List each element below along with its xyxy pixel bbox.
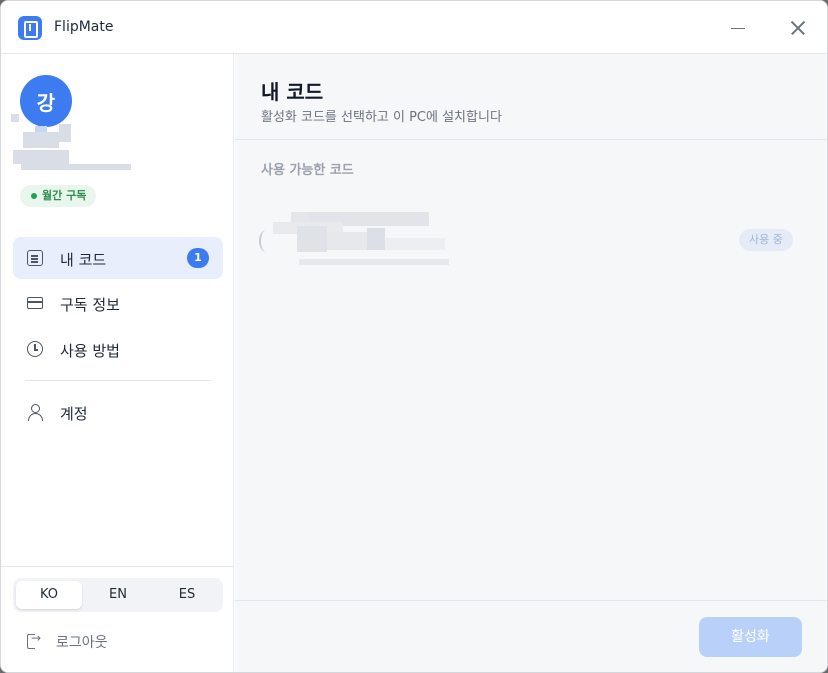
app-window: FlipMate 강 월간 구독 내 코드 1 구독 정보 사용 방법 계정 K… <box>0 0 828 673</box>
sidebar-divider <box>25 380 211 381</box>
code-list-item[interactable]: 사용 중 <box>253 204 813 274</box>
credit-card-icon <box>27 297 43 309</box>
activate-button[interactable]: 활성화 <box>699 617 802 657</box>
sidebar-item-my-code[interactable]: 내 코드 1 <box>13 237 223 279</box>
sidebar: 강 월간 구독 내 코드 1 구독 정보 사용 방법 계정 KO EN ES →… <box>1 54 234 672</box>
footer-divider <box>235 600 827 601</box>
app-logo-icon <box>18 16 42 40</box>
logout-button[interactable]: 로그아웃 <box>25 630 155 654</box>
redacted-code-meta <box>299 254 449 268</box>
sidebar-item-how-to-use[interactable]: 사용 방법 <box>13 328 223 370</box>
logout-icon <box>27 631 41 649</box>
document-icon <box>27 250 43 266</box>
sidebar-item-label: 내 코드 <box>60 251 107 269</box>
main-header: 내 코드 활성화 코드를 선택하고 이 PC에 설치합니다 <box>235 54 827 140</box>
loading-spinner-icon <box>259 230 273 252</box>
sidebar-item-label: 계정 <box>60 405 88 423</box>
sidebar-item-account[interactable]: 계정 <box>13 391 223 433</box>
sidebar-item-subscription[interactable]: 구독 정보 <box>13 282 223 324</box>
sidebar-bottom-divider <box>1 566 233 567</box>
page-subtitle: 활성화 코드를 선택하고 이 PC에 설치합니다 <box>261 110 502 125</box>
minimize-button[interactable] <box>725 15 751 41</box>
sidebar-item-label: 사용 방법 <box>60 342 120 360</box>
user-icon <box>27 404 43 421</box>
main-content: 내 코드 활성화 코드를 선택하고 이 PC에 설치합니다 사용 가능한 코드 … <box>235 54 827 672</box>
section-label: 사용 가능한 코드 <box>261 163 354 178</box>
sidebar-item-label: 구독 정보 <box>60 296 120 314</box>
code-count-badge: 1 <box>187 248 209 268</box>
title-bar: FlipMate <box>1 1 827 54</box>
status-badge: 사용 중 <box>739 229 793 251</box>
close-button[interactable] <box>785 15 811 41</box>
language-option-en[interactable]: EN <box>85 581 151 609</box>
avatar: 강 <box>20 75 72 127</box>
language-switcher: KO EN ES <box>13 578 223 612</box>
logout-label: 로그아웃 <box>56 635 108 651</box>
language-option-es[interactable]: ES <box>154 581 220 609</box>
clock-icon <box>27 341 43 357</box>
subscription-badge: 월간 구독 <box>20 185 97 207</box>
window-title: FlipMate <box>54 19 114 35</box>
language-option-ko[interactable]: KO <box>16 581 82 609</box>
page-title: 내 코드 <box>261 80 324 104</box>
